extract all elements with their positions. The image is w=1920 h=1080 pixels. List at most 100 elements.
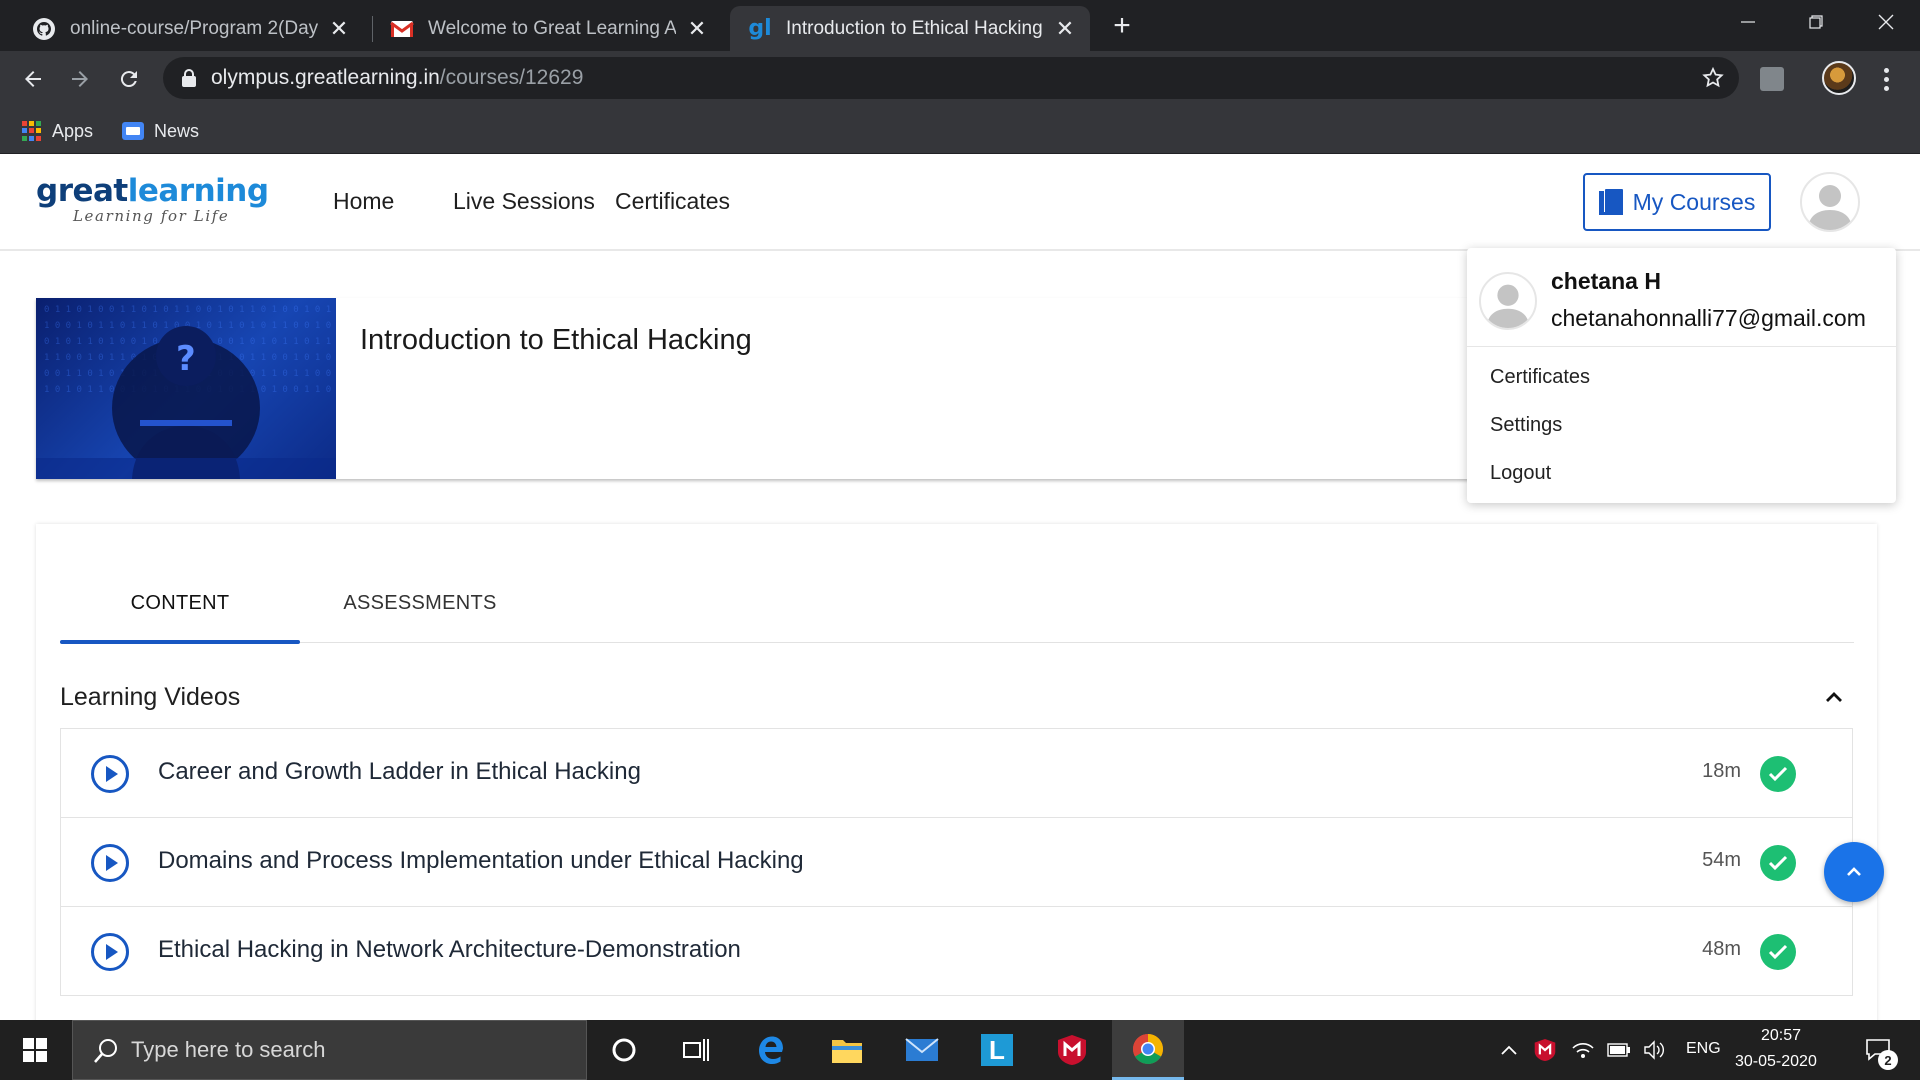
tab-title: online-course/Program 2(Day 11) — [70, 17, 318, 39]
video-row[interactable]: Ethical Hacking in Network Architecture-… — [61, 907, 1852, 996]
taskbar-search-input[interactable]: Type here to search — [72, 1020, 587, 1080]
video-title[interactable]: Career and Growth Ladder in Ethical Hack… — [158, 758, 641, 786]
svg-text:?: ? — [176, 339, 196, 379]
menu-item-certificates[interactable]: Certificates — [1490, 366, 1590, 389]
edge-icon[interactable] — [735, 1020, 807, 1080]
bookmark-news[interactable]: News — [122, 118, 199, 144]
address-bar[interactable]: olympus.greatlearning.in/courses/12629 — [163, 57, 1739, 99]
search-icon — [93, 1038, 119, 1064]
github-icon — [32, 17, 56, 41]
tab-assessments[interactable]: ASSESSMENTS — [300, 564, 540, 643]
tab-title: Welcome to Great Learning Acad — [428, 17, 676, 39]
completed-check-icon — [1760, 845, 1796, 881]
my-courses-button[interactable]: My Courses — [1583, 173, 1771, 231]
apps-grid-icon — [22, 121, 42, 141]
course-title: Introduction to Ethical Hacking — [360, 324, 752, 356]
close-window-icon[interactable] — [1854, 0, 1918, 44]
new-tab-plus-icon[interactable]: + — [1106, 9, 1138, 42]
video-duration: 48m — [1702, 938, 1741, 960]
reload-icon[interactable] — [109, 59, 149, 99]
menu-item-logout[interactable]: Logout — [1490, 462, 1551, 485]
browser-toolbar: olympus.greatlearning.in/courses/12629 — [0, 51, 1920, 107]
extension-icon[interactable] — [1760, 67, 1784, 91]
tab-content[interactable]: CONTENT — [60, 564, 300, 644]
clock-date[interactable]: 30-05-2020 — [1735, 1053, 1817, 1071]
browser-tab-gmail[interactable]: Welcome to Great Learning Acad ✕ — [372, 6, 722, 51]
windows-start-icon[interactable] — [0, 1020, 70, 1080]
logo-word-great: great — [36, 173, 128, 209]
tab-close-icon[interactable]: ✕ — [1054, 16, 1076, 41]
battery-icon[interactable] — [1604, 1020, 1634, 1080]
learning-videos-heading: Learning Videos — [60, 683, 241, 711]
video-title[interactable]: Domains and Process Implementation under… — [158, 847, 804, 875]
profile-dropdown-menu: chetana H chetanahonnalli77@gmail.com Ce… — [1467, 248, 1896, 503]
restore-icon[interactable] — [1784, 0, 1848, 44]
volume-icon[interactable] — [1640, 1020, 1670, 1080]
url-path: /courses/12629 — [439, 66, 584, 89]
course-thumbnail: 0 1 1 0 1 0 0 1 1 0 1 0 1 1 0 0 1 0 1 1 … — [36, 298, 336, 479]
video-row[interactable]: Career and Growth Ladder in Ethical Hack… — [61, 729, 1852, 818]
gmail-icon — [390, 17, 414, 41]
wifi-icon[interactable] — [1568, 1020, 1598, 1080]
browser-tab-active[interactable]: gl Introduction to Ethical Hacking - ✕ — [730, 6, 1090, 51]
back-arrow-icon[interactable] — [13, 59, 53, 99]
tab-title: Introduction to Ethical Hacking - — [786, 17, 1044, 39]
nav-home[interactable]: Home — [333, 188, 394, 215]
scroll-to-top-button[interactable] — [1824, 842, 1884, 902]
mcafee-tray-icon[interactable] — [1530, 1020, 1560, 1080]
video-title[interactable]: Ethical Hacking in Network Architecture-… — [158, 936, 741, 964]
tab-close-icon[interactable]: ✕ — [686, 16, 708, 41]
tab-label: CONTENT — [130, 592, 230, 614]
bookmark-star-icon[interactable] — [1701, 66, 1725, 90]
cortana-icon[interactable] — [588, 1020, 660, 1080]
menu-item-settings[interactable]: Settings — [1490, 414, 1562, 437]
clock-time[interactable]: 20:57 — [1761, 1027, 1801, 1045]
user-avatar[interactable] — [1800, 172, 1860, 232]
my-courses-label: My Courses — [1632, 188, 1756, 215]
completed-check-icon — [1760, 934, 1796, 970]
video-row[interactable]: Domains and Process Implementation under… — [61, 818, 1852, 907]
bookmark-label: Apps — [52, 120, 94, 141]
task-view-icon[interactable] — [660, 1020, 732, 1080]
browser-profile-avatar[interactable] — [1822, 61, 1856, 95]
lock-icon — [179, 68, 199, 88]
nav-live-sessions[interactable]: Live Sessions — [453, 188, 595, 215]
minimize-icon[interactable] — [1716, 0, 1780, 44]
chevron-up-icon — [1847, 867, 1861, 876]
language-indicator[interactable]: ENG — [1686, 1040, 1721, 1058]
chevron-up-icon[interactable] — [1494, 1020, 1524, 1080]
chevron-up-icon[interactable] — [1822, 686, 1846, 710]
forward-arrow-icon[interactable] — [60, 59, 100, 99]
browser-tab-github[interactable]: online-course/Program 2(Day 11) ✕ — [14, 6, 364, 51]
notification-count: 2 — [1878, 1050, 1898, 1070]
bookmarks-bar: Apps News — [0, 107, 1920, 154]
video-duration: 18m — [1702, 760, 1741, 782]
browser-menu-icon[interactable] — [1874, 63, 1898, 95]
course-banner: 0 1 1 0 1 0 0 1 1 0 1 0 1 1 0 0 1 0 1 1 … — [36, 298, 1508, 479]
file-explorer-icon[interactable] — [811, 1020, 883, 1080]
bookmark-apps[interactable]: Apps — [22, 118, 93, 144]
windows-taskbar: Type here to search L ENG 20:57 30-05-20… — [0, 1020, 1920, 1080]
user-name: chetana H — [1551, 268, 1661, 294]
l-app-icon[interactable]: L — [961, 1020, 1033, 1080]
video-list: Career and Growth Ladder in Ethical Hack… — [60, 728, 1853, 996]
logo-word-learning: learning — [127, 173, 269, 209]
greatlearning-icon: gl — [748, 16, 772, 41]
browser-tab-strip: online-course/Program 2(Day 11) ✕ Welcom… — [0, 0, 1920, 51]
user-email: chetanahonnalli77@gmail.com — [1551, 305, 1866, 331]
search-placeholder: Type here to search — [131, 1037, 326, 1062]
notifications-icon[interactable]: 2 — [1854, 1020, 1904, 1080]
nav-certificates[interactable]: Certificates — [615, 188, 730, 215]
play-icon[interactable] — [91, 933, 129, 971]
svg-text:0 1 1 0 1 0 0 1 1 0 1 0 1 1 0: 0 1 1 0 1 0 0 1 1 0 1 0 1 1 0 0 1 0 1 1 … — [44, 305, 331, 315]
play-icon[interactable] — [91, 755, 129, 793]
play-icon[interactable] — [91, 844, 129, 882]
mail-icon[interactable] — [886, 1020, 958, 1080]
tab-label: ASSESSMENTS — [343, 592, 497, 614]
great-learning-logo[interactable]: greatlearning Learning for Life — [36, 174, 269, 225]
mcafee-icon[interactable] — [1036, 1020, 1108, 1080]
course-content-panel: CONTENT ASSESSMENTS Learning Videos Care… — [36, 524, 1877, 1080]
tab-close-icon[interactable]: ✕ — [328, 16, 350, 41]
chrome-icon[interactable] — [1112, 1020, 1184, 1080]
content-tabs: CONTENT ASSESSMENTS — [60, 564, 1854, 644]
